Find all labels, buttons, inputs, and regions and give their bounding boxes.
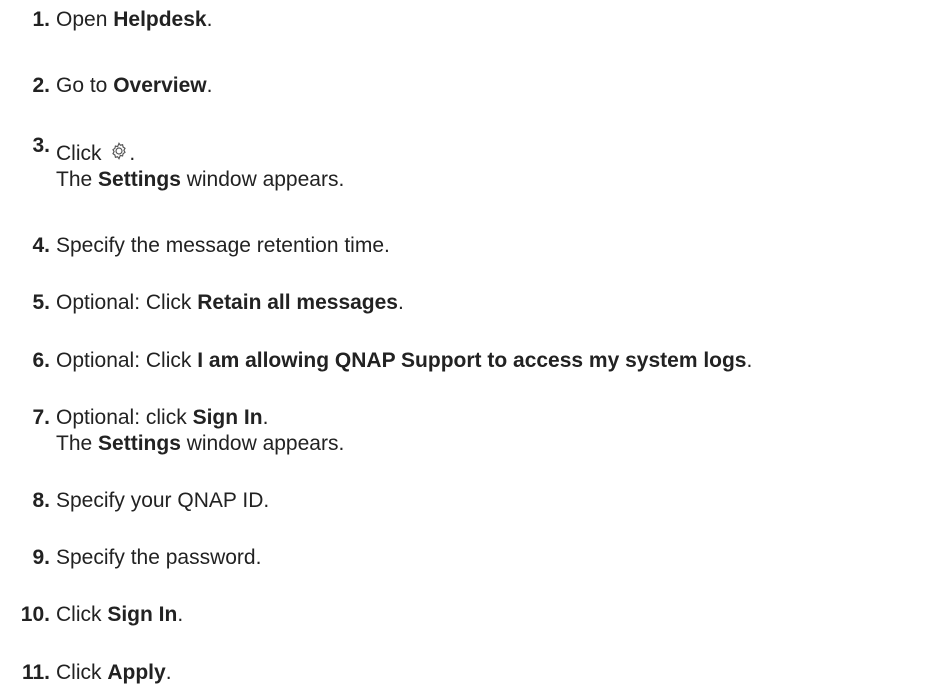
step-5: 5. Optional: Click Retain all messages.: [0, 290, 404, 316]
gear-icon: [112, 142, 127, 160]
step-11: 11. Click Apply.: [0, 660, 172, 686]
step-6: 6. Optional: Click I am allowing QNAP Su…: [0, 348, 752, 374]
step-1: 1. Open Helpdesk.: [0, 7, 212, 33]
step-10: 10. Click Sign In.: [0, 602, 183, 628]
step-2: 2. Go to Overview.: [0, 73, 212, 99]
step-number: 9.: [32, 546, 50, 569]
step-9: 9. Specify the password.: [0, 545, 261, 571]
step-text: Click Sign In.: [56, 603, 184, 626]
step-number: 3.: [32, 134, 50, 157]
step-7: 7. Optional: click Sign In. The Settings…: [0, 405, 344, 457]
step-4: 4. Specify the message retention time.: [0, 233, 390, 259]
step-number: 1.: [32, 8, 50, 31]
step-text: Optional: Click I am allowing QNAP Suppo…: [56, 349, 753, 372]
step-text: Optional: click Sign In. The Settings wi…: [56, 406, 345, 455]
step-text: Go to Overview.: [56, 74, 213, 97]
ui-term: Helpdesk: [113, 8, 207, 31]
ui-term: Settings: [98, 432, 181, 455]
step-text: Specify the password.: [56, 546, 262, 569]
step-3: 3. Click . The Settings window appears.: [0, 134, 345, 193]
step-number: 2.: [32, 74, 50, 97]
ui-term: Retain all messages: [197, 291, 398, 314]
ui-term: Overview: [113, 74, 207, 97]
ui-term: Apply: [107, 661, 166, 684]
ui-term: Settings: [98, 168, 181, 191]
ui-term: I am allowing QNAP Support to access my …: [197, 349, 747, 372]
step-text: Specify the message retention time.: [56, 234, 390, 257]
step-8: 8. Specify your QNAP ID.: [0, 488, 269, 514]
step-number: 10.: [20, 603, 50, 626]
step-number: 5.: [32, 291, 50, 314]
ui-term: Sign In: [107, 603, 178, 626]
step-number: 6.: [32, 349, 50, 372]
step-text: Open Helpdesk.: [56, 8, 213, 31]
step-text: Specify your QNAP ID.: [56, 489, 270, 512]
step-text: Click Apply.: [56, 661, 172, 684]
step-number: 7.: [32, 406, 50, 429]
step-text: Optional: Click Retain all messages.: [56, 291, 404, 314]
step-number: 11.: [21, 661, 50, 684]
ui-term: Sign In: [192, 406, 263, 429]
step-number: 4.: [32, 234, 50, 257]
step-number: 8.: [32, 489, 50, 512]
step-text: Click . The Settings window appears.: [56, 142, 345, 191]
